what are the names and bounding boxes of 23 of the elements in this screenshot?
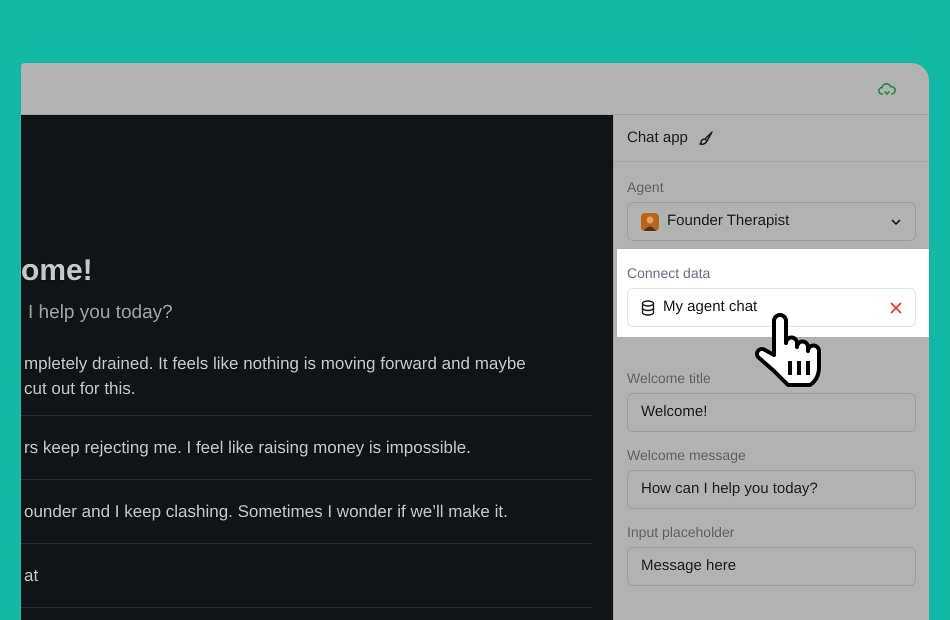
cloud-check-icon[interactable]: [878, 82, 896, 96]
agent-select[interactable]: Founder Therapist: [627, 202, 916, 241]
data-source-field[interactable]: My agent chat: [627, 288, 916, 327]
field-label: Agent: [627, 178, 665, 196]
avatar-icon: [641, 212, 659, 230]
text-field[interactable]: Welcome!: [627, 393, 916, 432]
field-label: Connect data: [627, 264, 712, 282]
welcome-title: ome!: [21, 253, 94, 289]
database-icon: [641, 300, 655, 316]
chevron-down-icon: [890, 218, 902, 226]
field-label: Welcome title: [627, 369, 712, 387]
text-field[interactable]: Message here: [627, 547, 916, 586]
text-field[interactable]: How can I help you today?: [627, 470, 916, 509]
suggestion-item[interactable]: rs keep rejecting me. I feel like raising money is impossible.: [21, 416, 592, 480]
welcome-message: I help you today?: [27, 301, 174, 325]
suggestion-item[interactable]: ounder and I keep clashing. Sometimes I wonder if we’ll make it.: [21, 480, 592, 544]
panel-title: Chat app: [627, 128, 688, 148]
suggestion-item[interactable]: mpletely drained. It feels like nothing is moving forward and maybe cut out for this.: [21, 351, 592, 416]
suggestion-item[interactable]: at: [21, 544, 592, 608]
field-label: Welcome message: [627, 446, 747, 464]
close-icon[interactable]: [890, 302, 902, 314]
field-label: Input placeholder: [627, 523, 736, 541]
brush-icon[interactable]: [698, 130, 714, 146]
